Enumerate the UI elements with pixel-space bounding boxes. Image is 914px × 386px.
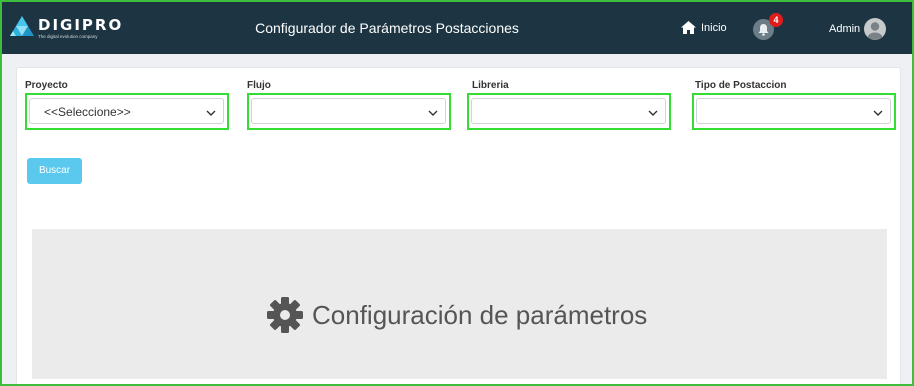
notifications-button[interactable]: 4	[753, 13, 783, 40]
libreria-select[interactable]	[471, 98, 666, 124]
libreria-select-highlight	[467, 93, 671, 130]
chevron-down-icon	[873, 110, 883, 116]
user-avatar-icon	[864, 18, 887, 40]
flujo-label: Flujo	[247, 80, 271, 91]
chevron-down-icon	[428, 110, 438, 116]
app-frame: DIGIPRO The digital evolution company Co…	[0, 0, 914, 386]
config-title: Configuración de parámetros	[312, 299, 648, 330]
proyecto-selected-value: <<Seleccione>>	[44, 105, 131, 119]
buscar-button[interactable]: Buscar	[27, 158, 82, 184]
user-name-label: Admin	[829, 23, 861, 35]
chevron-down-icon	[206, 110, 216, 116]
inicio-link[interactable]: Inicio	[681, 21, 727, 34]
chevron-down-icon	[648, 110, 658, 116]
config-section: Configuración de parámetros	[32, 229, 887, 379]
home-icon	[681, 21, 696, 34]
gear-icon	[267, 297, 303, 333]
page-title: Configurador de Parámetros Postacciones	[255, 20, 519, 36]
notification-count-badge: 4	[769, 13, 783, 27]
flujo-select-highlight	[247, 93, 451, 130]
flujo-select[interactable]	[251, 98, 446, 124]
tipo-postaccion-label: Tipo de Postaccion	[695, 80, 787, 91]
user-menu[interactable]: Admin	[829, 18, 887, 40]
proyecto-select[interactable]: <<Seleccione>>	[29, 98, 224, 124]
tipo-postaccion-select[interactable]	[696, 98, 891, 124]
inicio-label: Inicio	[701, 21, 727, 34]
libreria-label: Libreria	[472, 80, 509, 91]
tipo-postaccion-select-highlight	[692, 93, 896, 130]
proyecto-select-highlight: <<Seleccione>>	[25, 93, 229, 130]
proyecto-label: Proyecto	[25, 80, 68, 91]
config-heading: Configuración de parámetros	[266, 296, 647, 334]
top-navbar: DIGIPRO The digital evolution company Co…	[2, 2, 912, 54]
